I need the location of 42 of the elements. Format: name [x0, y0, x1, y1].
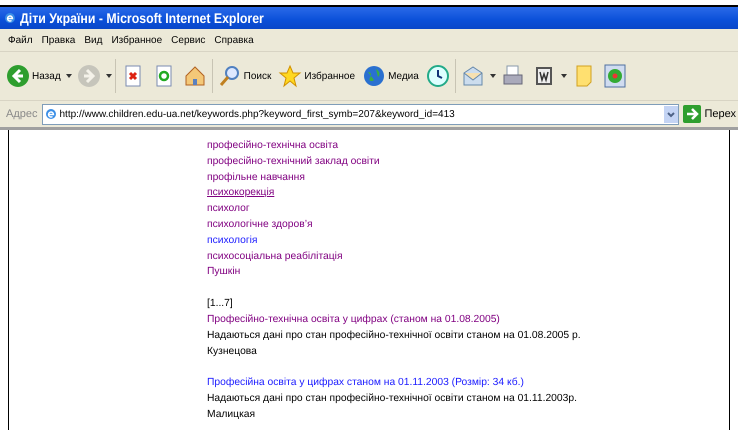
- arrow-right-icon: [683, 105, 702, 123]
- menu-item[interactable]: Сервис: [171, 34, 206, 46]
- caret-icon[interactable]: [560, 74, 567, 78]
- keyword-link[interactable]: Пушкін: [207, 264, 240, 280]
- toolbar-button[interactable]: Поиск: [216, 64, 274, 88]
- keyword-link[interactable]: психологія: [207, 232, 258, 249]
- caret-icon[interactable]: [106, 74, 112, 78]
- address-field[interactable]: http://www.children.edu-ua.net/keywords.php?keyword_first_symb=207&keyword_id=413: [42, 104, 680, 124]
- result-link[interactable]: Професійна освіта у цифрах станом на 01.11.2003 (Розмір: 34 кб.): [207, 375, 524, 392]
- keyword-link[interactable]: професійно-технічний заклад освіти: [207, 154, 380, 170]
- menu-item[interactable]: Файл: [8, 34, 33, 46]
- caret-icon[interactable]: [66, 74, 72, 78]
- result-link[interactable]: Професійно-технічна освіта у цифрах (станом на 01.08.2005): [207, 312, 500, 328]
- keyword-link[interactable]: психосоціальна реабілітація: [207, 248, 343, 264]
- menu-item[interactable]: Вид: [84, 34, 102, 46]
- keyword-link[interactable]: профільне навчання: [207, 170, 305, 186]
- menu-item[interactable]: Справка: [214, 34, 254, 46]
- caret-icon[interactable]: [490, 74, 496, 78]
- menu-item[interactable]: Правка: [42, 34, 76, 46]
- toolbar-button[interactable]: Медиа: [360, 64, 421, 88]
- globe-icon: [362, 64, 386, 88]
- toolbar-button[interactable]: Избранное: [276, 64, 358, 88]
- address-label: Адрес: [6, 108, 38, 120]
- result-author: Малицкая: [207, 408, 256, 422]
- keyword-link[interactable]: психолог: [207, 201, 250, 217]
- go-button[interactable]: Перех: [683, 105, 736, 123]
- arrow-left-icon: [6, 64, 30, 88]
- toolbar-button[interactable]: Назад: [4, 64, 63, 88]
- search-icon: [218, 64, 242, 88]
- window-title: Діти України - Microsoft Internet Explorer: [20, 10, 264, 26]
- keyword-link[interactable]: психокорекція: [207, 185, 274, 202]
- result-author: Кузнецова: [207, 344, 258, 359]
- browser-icon: [4, 12, 16, 24]
- page-icon: [44, 108, 56, 120]
- keyword-link[interactable]: психологічне здоров’я: [207, 216, 313, 233]
- pager-text: [1...7]: [207, 297, 234, 312]
- menu-item[interactable]: Избранное: [111, 34, 162, 46]
- result-description: Надаються дані про стан професійно-технічної освіти станом на 01.08.2005 р.: [207, 328, 582, 343]
- dropdown-icon[interactable]: [664, 106, 678, 122]
- star-icon: [278, 64, 302, 88]
- keyword-link[interactable]: професійно-технічна освіта: [207, 138, 338, 154]
- result-description: Надаються дані про стан професійно-технічної освіти станом на 01.11.2003р.: [207, 392, 578, 406]
